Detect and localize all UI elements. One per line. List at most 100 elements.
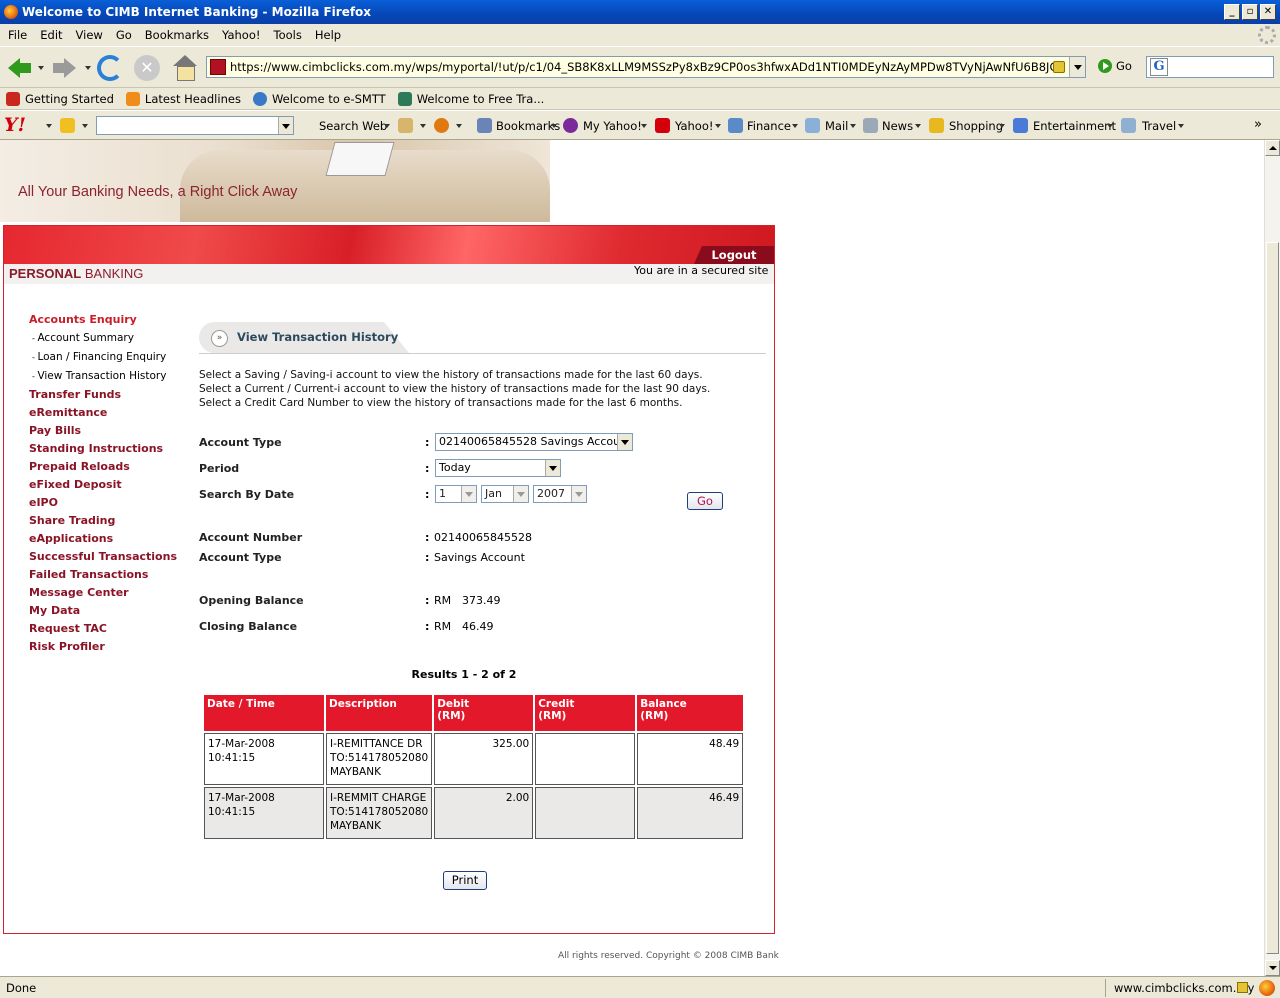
nav-request-tac[interactable]: Request TAC <box>29 620 177 638</box>
highlight-dropdown-icon[interactable] <box>456 124 462 128</box>
entertainment-dropdown-icon[interactable] <box>1107 124 1113 128</box>
go-button[interactable]: Go <box>1098 59 1132 73</box>
period-select[interactable]: Today <box>435 459 561 477</box>
opening-balance-currency: RM <box>434 594 452 607</box>
forward-history-dropdown-icon[interactable] <box>85 66 91 70</box>
url-history-dropdown-icon[interactable] <box>1069 57 1085 77</box>
day-select[interactable]: 1 <box>435 485 477 503</box>
forward-arrow-icon[interactable] <box>52 55 78 81</box>
search-web-button[interactable]: Search Web <box>319 119 387 133</box>
bookmark-getting-started[interactable]: Getting Started <box>6 91 114 106</box>
vertical-scrollbar[interactable] <box>1264 140 1280 976</box>
search-engine-input[interactable]: G <box>1146 56 1274 78</box>
nav-view-transaction-history[interactable]: View Transaction History <box>29 367 177 386</box>
nav-eipo[interactable]: eIPO <box>29 494 177 512</box>
menu-bookmarks[interactable]: Bookmarks <box>141 28 218 42</box>
yahoo-button[interactable]: Yahoo! <box>675 119 713 133</box>
mail-button[interactable]: Mail <box>825 119 848 133</box>
yahoo-menu-dropdown-icon[interactable] <box>46 124 52 128</box>
nav-accounts-enquiry[interactable]: Accounts Enquiry <box>29 311 177 329</box>
my-yahoo-dropdown-icon[interactable] <box>641 124 647 128</box>
logout-button[interactable]: Logout <box>694 246 774 264</box>
scrollbar-thumb[interactable] <box>1266 242 1279 954</box>
address-bar[interactable]: https://www.cimbclicks.com.my/wps/myport… <box>206 56 1086 78</box>
nav-account-summary[interactable]: Account Summary <box>29 329 177 348</box>
banking-panel: Logout PERSONAL BANKING You are in a sec… <box>3 225 775 934</box>
antispy-icon[interactable] <box>398 118 413 133</box>
shopping-button[interactable]: Shopping <box>949 119 1003 133</box>
chevron-down-icon[interactable] <box>513 486 528 502</box>
nav-message-center[interactable]: Message Center <box>29 584 177 602</box>
back-history-dropdown-icon[interactable] <box>38 66 44 70</box>
pencil-icon[interactable] <box>60 118 75 133</box>
pencil-dropdown-icon[interactable] <box>82 124 88 128</box>
highlight-icon[interactable] <box>434 118 449 133</box>
scroll-down-arrow-icon[interactable] <box>1265 960 1280 976</box>
nav-eremittance[interactable]: eRemittance <box>29 404 177 422</box>
yahoo-dropdown-icon[interactable] <box>715 124 721 128</box>
news-button[interactable]: News <box>882 119 913 133</box>
google-icon[interactable]: G <box>1150 58 1168 76</box>
nav-failed-transactions[interactable]: Failed Transactions <box>29 566 177 584</box>
nav-efixed-deposit[interactable]: eFixed Deposit <box>29 476 177 494</box>
menu-tools[interactable]: Tools <box>270 28 311 42</box>
search-history-dropdown-icon[interactable] <box>278 117 293 134</box>
menu-go[interactable]: Go <box>112 28 141 42</box>
finance-button[interactable]: Finance <box>747 119 791 133</box>
nav-loan-financing-enquiry[interactable]: Loan / Financing Enquiry <box>29 348 177 367</box>
nav-pay-bills[interactable]: Pay Bills <box>29 422 177 440</box>
firefox-status-icon <box>1259 980 1275 996</box>
toolbar-overflow-chevron-icon[interactable]: » <box>1254 117 1262 132</box>
account-type-select[interactable]: 02140065845528 Savings Account <box>435 433 633 451</box>
yahoo-search-input[interactable] <box>96 116 294 135</box>
menu-help[interactable]: Help <box>311 28 350 42</box>
news-dropdown-icon[interactable] <box>915 124 921 128</box>
minimize-button[interactable]: _ <box>1224 4 1240 20</box>
shopping-dropdown-icon[interactable] <box>999 124 1005 128</box>
nav-eapplications[interactable]: eApplications <box>29 530 177 548</box>
finance-dropdown-icon[interactable] <box>792 124 798 128</box>
home-icon[interactable] <box>172 55 198 81</box>
padlock-icon[interactable] <box>1053 61 1065 73</box>
travel-dropdown-icon[interactable] <box>1178 124 1184 128</box>
search-web-dropdown-icon[interactable] <box>384 124 390 128</box>
close-button[interactable]: ✕ <box>1260 4 1276 20</box>
nav-prepaid-reloads[interactable]: Prepaid Reloads <box>29 458 177 476</box>
nav-my-data[interactable]: My Data <box>29 602 177 620</box>
bookmark-free-trade[interactable]: Welcome to Free Tra... <box>397 91 544 106</box>
menu-edit[interactable]: Edit <box>36 28 71 42</box>
travel-button[interactable]: Travel <box>1142 119 1176 133</box>
chevron-down-icon[interactable] <box>545 460 560 476</box>
my-yahoo-button[interactable]: My Yahoo! <box>583 119 642 133</box>
menu-yahoo[interactable]: Yahoo! <box>218 28 269 42</box>
entertainment-button[interactable]: Entertainment <box>1033 119 1116 133</box>
restore-button[interactable]: ▫ <box>1242 4 1258 20</box>
scroll-up-arrow-icon[interactable] <box>1265 140 1280 156</box>
nav-successful-transactions[interactable]: Successful Transactions <box>29 548 177 566</box>
status-padlock-icon[interactable] <box>1237 982 1248 993</box>
back-arrow-icon[interactable] <box>6 55 32 81</box>
desc-line: TO:514178052080 <box>330 752 429 764</box>
chevron-down-icon[interactable] <box>617 434 632 450</box>
url-text[interactable]: https://www.cimbclicks.com.my/wps/myport… <box>230 60 1053 74</box>
antispy-dropdown-icon[interactable] <box>420 124 426 128</box>
nav-transfer-funds[interactable]: Transfer Funds <box>29 386 177 404</box>
print-button[interactable]: Print <box>443 871 487 890</box>
menu-view[interactable]: View <box>72 28 112 42</box>
bookmark-latest-headlines[interactable]: Latest Headlines <box>125 91 241 106</box>
nav-standing-instructions[interactable]: Standing Instructions <box>29 440 177 458</box>
chevron-down-icon[interactable] <box>461 486 476 502</box>
stop-icon[interactable]: ✕ <box>134 55 160 81</box>
year-select[interactable]: 2007 <box>533 485 587 503</box>
yahoo-logo-icon[interactable]: Y! <box>4 114 26 136</box>
nav-risk-profiler[interactable]: Risk Profiler <box>29 638 177 656</box>
search-go-button[interactable]: Go <box>687 492 723 510</box>
bookmark-e-smtt[interactable]: Welcome to e-SMTT <box>252 91 386 106</box>
mail-dropdown-icon[interactable] <box>850 124 856 128</box>
menu-file[interactable]: File <box>4 28 36 42</box>
chevron-down-icon[interactable] <box>571 486 586 502</box>
nav-share-trading[interactable]: Share Trading <box>29 512 177 530</box>
bookmarks-dropdown-icon[interactable] <box>551 124 557 128</box>
month-select[interactable]: Jan <box>481 485 529 503</box>
reload-icon[interactable] <box>97 55 123 81</box>
